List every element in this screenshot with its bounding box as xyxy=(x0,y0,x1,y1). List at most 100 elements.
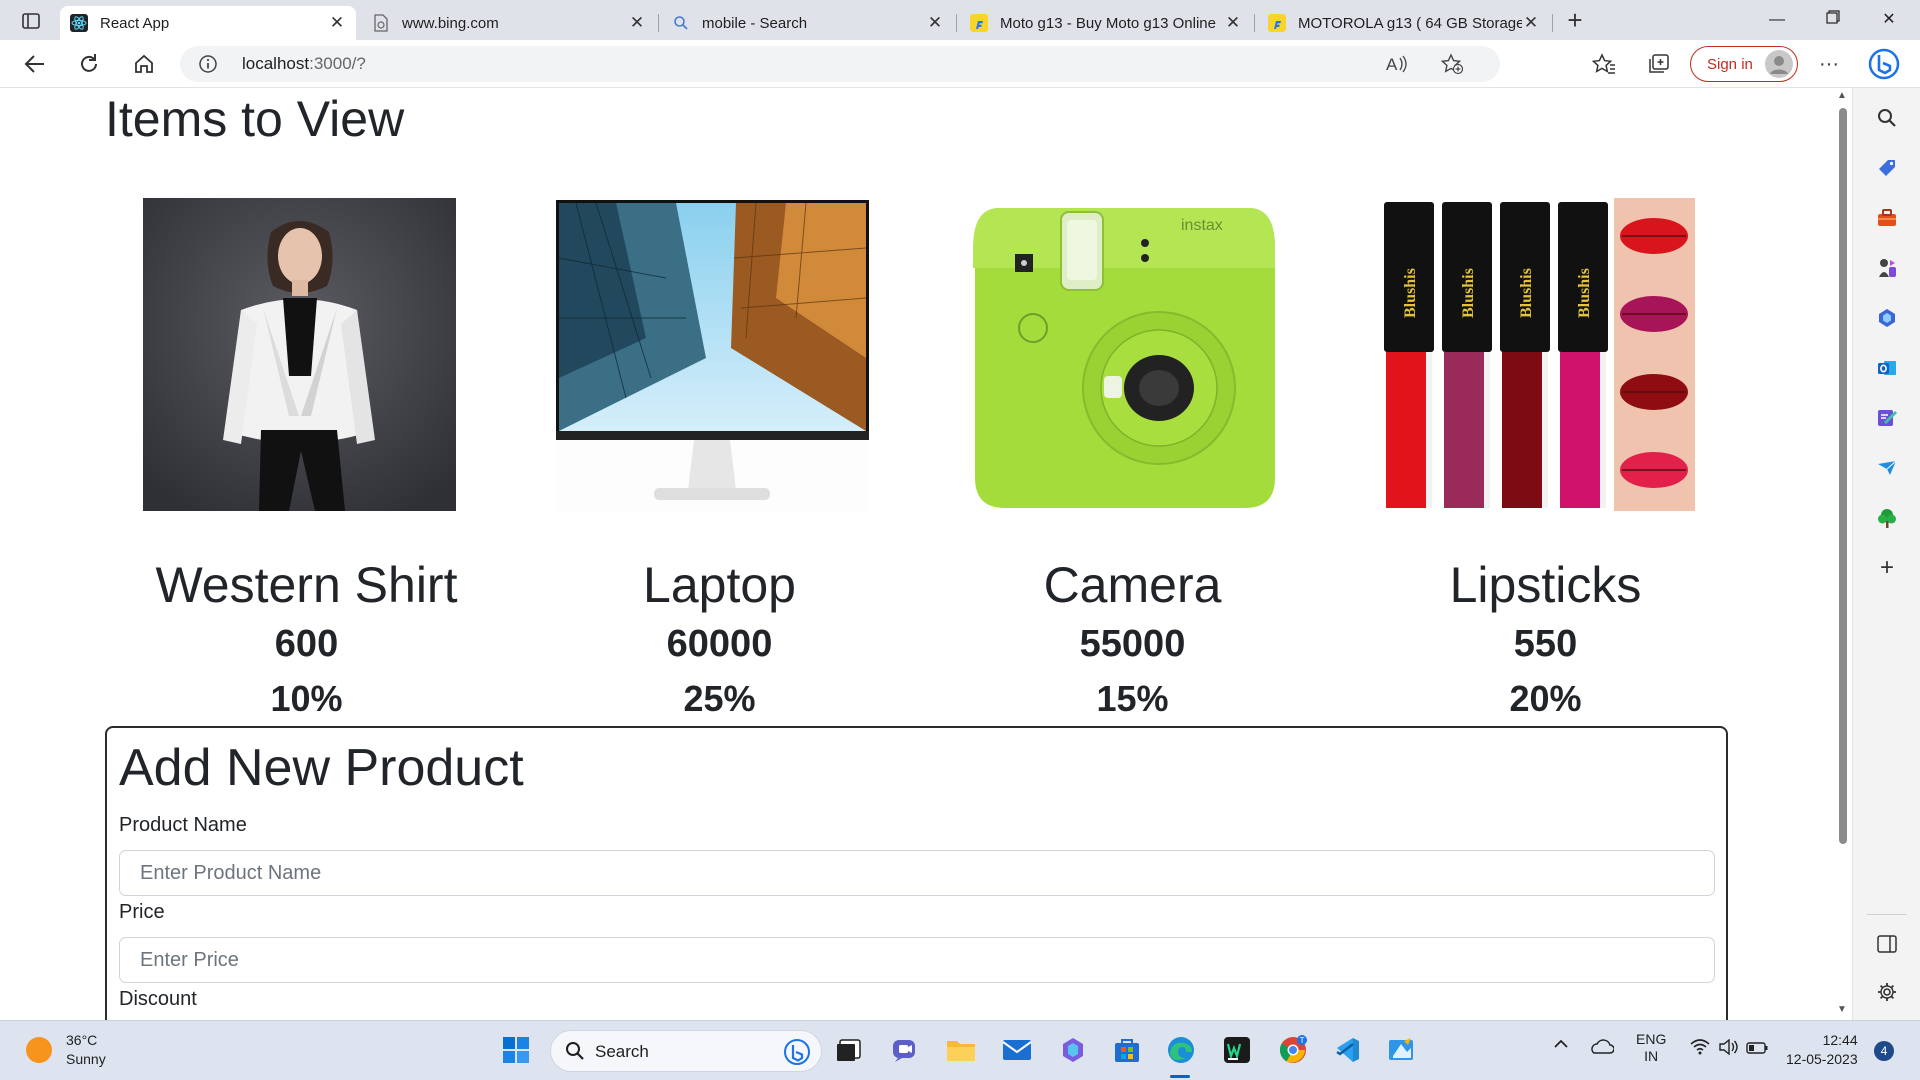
site-info-icon[interactable] xyxy=(198,54,218,79)
product-name: Lipsticks xyxy=(1449,557,1642,613)
close-tab-icon[interactable]: ✕ xyxy=(628,13,646,33)
webstorm-icon[interactable] xyxy=(1220,1033,1254,1067)
taskbar-search-label: Search xyxy=(595,1042,649,1061)
close-tab-icon[interactable]: ✕ xyxy=(1522,13,1540,33)
product-card: Laptop 60000 25% xyxy=(513,198,926,808)
refresh-icon[interactable] xyxy=(72,48,106,80)
close-tab-icon[interactable]: ✕ xyxy=(926,13,944,33)
copilot-app-icon[interactable] xyxy=(1056,1033,1090,1067)
tab-react-app[interactable]: React App ✕ xyxy=(60,6,356,40)
tab-motorola-g13[interactable]: MOTOROLA g13 ( 64 GB Storage ✕ xyxy=(1258,6,1550,40)
svg-text:Blushis: Blushis xyxy=(1402,268,1419,318)
hide-sidebar-icon[interactable] xyxy=(1873,930,1901,958)
collections-icon[interactable] xyxy=(1642,48,1676,80)
more-options-icon[interactable]: ··· xyxy=(1812,48,1846,80)
teams-chat-icon[interactable] xyxy=(888,1033,922,1067)
tab-moto-g13-buy[interactable]: Moto g13 - Buy Moto g13 Online ✕ xyxy=(960,6,1252,40)
address-bar[interactable]: localhost:3000/? A xyxy=(180,46,1500,82)
vscode-icon[interactable] xyxy=(1330,1033,1364,1067)
shopping-tag-icon[interactable] xyxy=(1873,154,1901,182)
tab-title: React App xyxy=(100,14,170,32)
read-aloud-icon[interactable]: A xyxy=(1386,53,1410,80)
search-icon[interactable] xyxy=(1873,104,1901,132)
url-host: localhost xyxy=(242,54,310,73)
active-app-indicator xyxy=(1170,1075,1190,1078)
svg-text:Blushis: Blushis xyxy=(1460,268,1477,318)
tab-actions-icon[interactable] xyxy=(14,8,48,34)
microsoft-365-icon[interactable] xyxy=(1873,304,1901,332)
paint-app-icon[interactable] xyxy=(1384,1033,1418,1067)
outlook-icon[interactable] xyxy=(1873,354,1901,382)
wifi-icon[interactable] xyxy=(1690,1039,1710,1058)
clock[interactable]: 12:44 12-05-2023 xyxy=(1786,1031,1858,1069)
tab-strip: React App ✕ www.bing.com ✕ mobile - Sear… xyxy=(0,0,1920,40)
close-window-icon[interactable]: ✕ xyxy=(1866,4,1912,36)
mail-icon[interactable] xyxy=(1000,1033,1034,1067)
notification-badge[interactable]: 4 xyxy=(1874,1041,1894,1061)
vertical-scrollbar[interactable]: ▲ ▼ xyxy=(1834,88,1852,1020)
product-price: 600 xyxy=(274,623,339,665)
tab-mobile-search[interactable]: mobile - Search ✕ xyxy=(662,6,954,40)
drop-icon[interactable] xyxy=(1873,454,1901,482)
taskbar-search-box[interactable]: Search xyxy=(550,1030,822,1072)
product-card: instax Camera 55000 15% xyxy=(926,198,1339,808)
sign-in-button[interactable]: Sign in xyxy=(1690,46,1798,82)
tab-title: www.bing.com xyxy=(402,14,499,32)
search-icon xyxy=(672,14,690,32)
product-discount: 15% xyxy=(1096,678,1169,719)
file-explorer-icon[interactable] xyxy=(944,1033,978,1067)
price-label: Price xyxy=(119,901,165,923)
favorite-add-icon[interactable] xyxy=(1440,53,1464,80)
react-icon xyxy=(70,14,88,32)
scroll-down-icon[interactable]: ▼ xyxy=(1837,1004,1847,1015)
discount-label: Discount xyxy=(119,988,197,1010)
sun-icon xyxy=(26,1037,52,1063)
page-viewport: Items to View Western Shirt 600 10% Lapt… xyxy=(0,88,1852,1020)
svg-text:T: T xyxy=(1300,1036,1305,1045)
tab-bing[interactable]: www.bing.com ✕ xyxy=(362,6,656,40)
svg-text:Blushis: Blushis xyxy=(1518,268,1535,318)
onedrive-icon[interactable] xyxy=(1588,1037,1615,1060)
tree-icon[interactable] xyxy=(1873,504,1901,532)
volume-icon[interactable] xyxy=(1718,1038,1738,1058)
settings-gear-icon[interactable] xyxy=(1873,978,1901,1006)
back-icon[interactable] xyxy=(18,48,52,80)
home-icon[interactable] xyxy=(127,48,161,80)
bing-icon xyxy=(783,1038,811,1071)
product-name-input[interactable] xyxy=(119,850,1715,896)
page-title: Items to View xyxy=(105,91,405,147)
product-card: Western Shirt 600 10% xyxy=(100,198,513,808)
scroll-up-icon[interactable]: ▲ xyxy=(1837,90,1847,101)
add-sidebar-app-icon[interactable]: + xyxy=(1873,554,1901,582)
tools-icon[interactable] xyxy=(1873,204,1901,232)
windows-start-icon[interactable] xyxy=(499,1033,533,1067)
product-name: Western Shirt xyxy=(155,557,458,613)
language-indicator[interactable]: ENG IN xyxy=(1636,1031,1666,1065)
close-tab-icon[interactable]: ✕ xyxy=(1224,13,1242,33)
task-view-icon[interactable] xyxy=(832,1033,866,1067)
close-tab-icon[interactable]: ✕ xyxy=(328,13,346,33)
chrome-icon[interactable]: T xyxy=(1276,1033,1310,1067)
price-input[interactable] xyxy=(119,937,1715,983)
designer-icon[interactable] xyxy=(1873,404,1901,432)
weather-widget[interactable]: 36°C Sunny xyxy=(26,1031,106,1069)
product-discount: 25% xyxy=(683,678,756,719)
bing-copilot-icon[interactable] xyxy=(1864,44,1904,84)
flipkart-icon xyxy=(970,14,988,32)
show-hidden-icons-icon[interactable] xyxy=(1552,1037,1570,1054)
language-code: ENG xyxy=(1636,1031,1667,1047)
windows-taskbar: 36°C Sunny Search T ENG IN 12:44 12-05-2… xyxy=(0,1020,1920,1080)
white-jacket-model-image xyxy=(143,198,456,511)
scrollbar-thumb[interactable] xyxy=(1839,108,1847,844)
lipstick-set-image: Blushis Blushis Blushis Blushis xyxy=(1382,198,1695,511)
microsoft-store-icon[interactable] xyxy=(1110,1033,1144,1067)
new-tab-button[interactable]: + xyxy=(1560,6,1590,36)
edge-browser-icon[interactable] xyxy=(1164,1033,1198,1067)
edge-sidebar: + xyxy=(1852,88,1920,1020)
restore-icon[interactable] xyxy=(1810,4,1856,36)
minimize-icon[interactable]: — xyxy=(1754,4,1800,36)
games-icon[interactable] xyxy=(1873,254,1901,282)
battery-icon[interactable] xyxy=(1746,1041,1768,1057)
favorites-icon[interactable] xyxy=(1587,48,1621,80)
tab-separator xyxy=(658,14,659,32)
